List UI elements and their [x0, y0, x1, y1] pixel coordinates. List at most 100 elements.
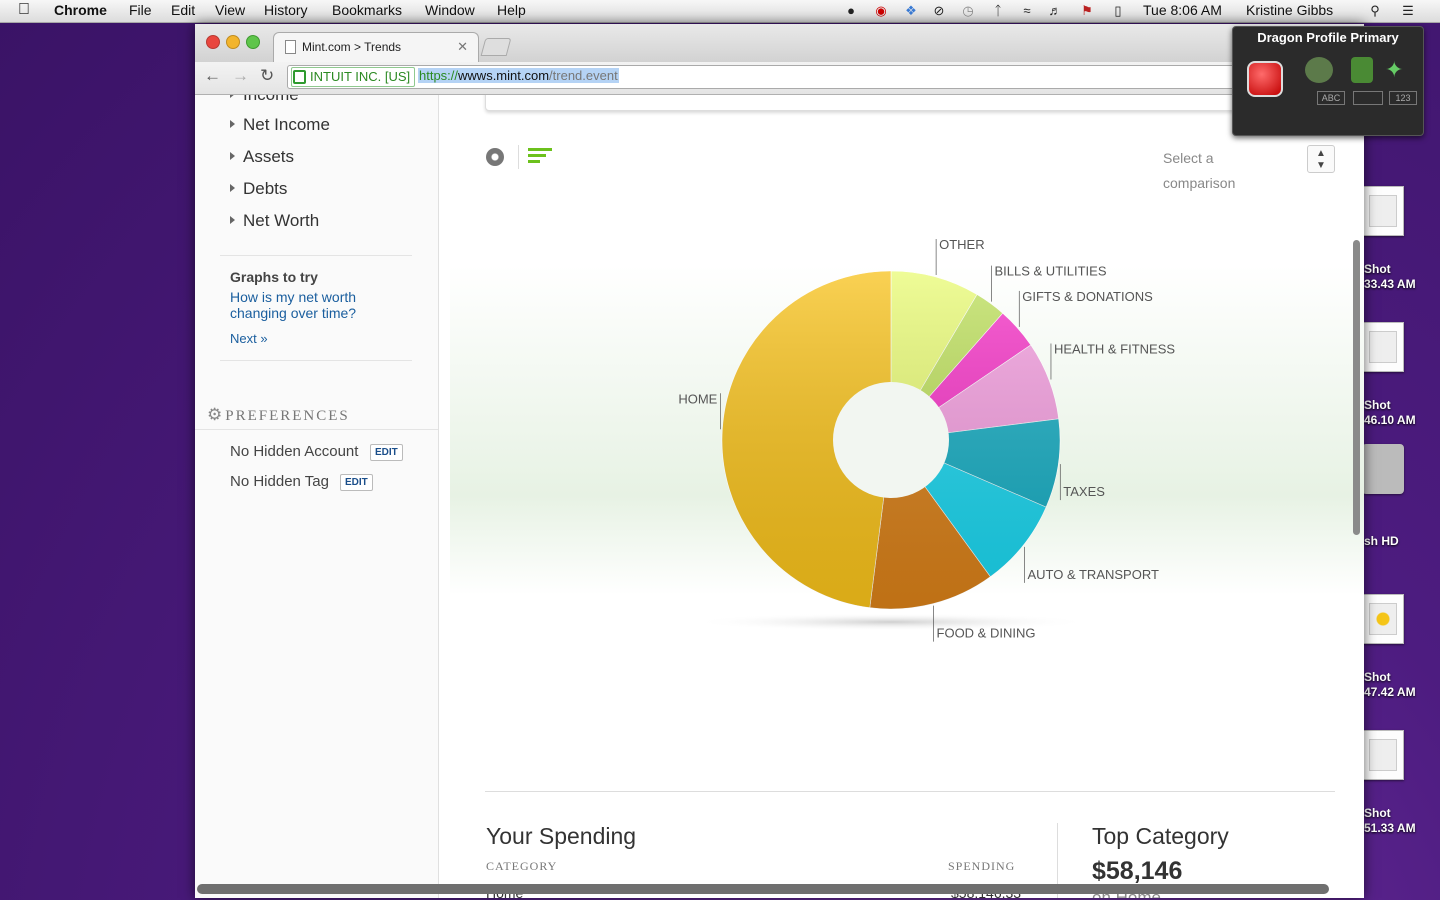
screenshot-file-icon[interactable]: [1362, 322, 1404, 372]
address-bar[interactable]: INTUIT INC. [US] https://wwws.mint.com/t…: [287, 65, 1349, 89]
menu-history[interactable]: History: [264, 2, 308, 18]
divider: [220, 360, 412, 361]
edit-hidden-tag-button[interactable]: EDIT: [340, 474, 373, 491]
do-not-disturb-icon[interactable]: ⊘: [931, 3, 947, 19]
sidebar-item-assets[interactable]: Assets: [230, 147, 294, 167]
spending-column-header[interactable]: SPENDING: [948, 859, 1015, 874]
comparison-select[interactable]: ▲ ▼: [1307, 145, 1335, 173]
screenshot-file-icon[interactable]: [1362, 594, 1404, 644]
desktop-file-label[interactable]: Shot 46.10 AM: [1364, 398, 1416, 428]
dictation-icon[interactable]: [1351, 57, 1373, 83]
menu-edit[interactable]: Edit: [171, 2, 195, 18]
tools-icon[interactable]: ✦: [1385, 57, 1411, 83]
dragon-profile-title: Dragon Profile Primary: [1257, 30, 1399, 45]
battery-icon[interactable]: ▯: [1110, 3, 1126, 19]
caret-right-icon: [230, 152, 235, 160]
numbers-mode-button[interactable]: 123: [1389, 91, 1417, 105]
back-arrow-icon[interactable]: ←: [204, 66, 221, 86]
apple-icon[interactable]: : [18, 1, 30, 19]
notification-list-icon[interactable]: ☰: [1400, 3, 1416, 19]
top-category-value: $58,146: [1092, 857, 1183, 885]
bluetooth-icon[interactable]: ᛏ: [990, 3, 1006, 19]
dragon-profile-panel[interactable]: Dragon Profile Primary ✦ ABC 123: [1232, 26, 1424, 136]
chevron-up-icon: ▲: [1316, 148, 1326, 159]
tab-title: Mint.com > Trends: [302, 40, 402, 54]
slice-label[interactable]: BILLS & UTILITIES: [995, 264, 1107, 279]
spending-chart: OTHER BILLS & UTILITIES GIFTS & DONATIONS H…: [450, 225, 1364, 645]
sidebar-item-net-worth[interactable]: Net Worth: [230, 211, 319, 231]
top-category-heading: Top Category: [1092, 823, 1229, 849]
your-spending-heading: Your Spending: [486, 823, 637, 849]
category-column-header[interactable]: CATEGORY: [486, 859, 557, 874]
desktop-file-label[interactable]: Shot 33.43 AM: [1364, 262, 1416, 292]
next-suggestion-link[interactable]: Next »: [230, 331, 268, 346]
slice-label[interactable]: GIFTS & DONATIONS: [1022, 289, 1153, 304]
time-machine-icon[interactable]: ◷: [960, 3, 976, 19]
browser-toolbar: ← → ↻ INTUIT INC. [US] https://wwws.mint…: [195, 62, 1364, 95]
menu-file[interactable]: File: [129, 2, 152, 18]
menu-window[interactable]: Window: [425, 2, 475, 18]
tab-close-icon[interactable]: ✕: [457, 39, 468, 55]
hard-drive-icon[interactable]: [1362, 444, 1404, 494]
chevron-down-icon: ▼: [1316, 160, 1326, 171]
menu-help[interactable]: Help: [497, 2, 526, 18]
edit-hidden-account-button[interactable]: EDIT: [370, 444, 403, 461]
microphone-stop-icon[interactable]: [1247, 61, 1283, 97]
filter-card: [485, 95, 1247, 111]
record-icon[interactable]: ◉: [873, 3, 889, 19]
desktop-file-label[interactable]: Shot 47.42 AM: [1364, 670, 1416, 700]
dropbox-icon[interactable]: ❖: [903, 3, 919, 19]
slice-label[interactable]: HOME: [678, 391, 717, 406]
graph-suggestion-link[interactable]: How is my net worth changing over time?: [230, 289, 390, 321]
clock[interactable]: Tue 8:06 AM: [1143, 2, 1222, 18]
donut-hole: [833, 382, 949, 498]
menu-bookmarks[interactable]: Bookmarks: [332, 2, 402, 18]
pie-view-toggle-icon[interactable]: [486, 148, 504, 166]
close-window-button[interactable]: [206, 35, 220, 49]
zoom-window-button[interactable]: [246, 35, 260, 49]
forward-arrow-icon[interactable]: →: [232, 66, 249, 86]
minimize-window-button[interactable]: [226, 35, 240, 49]
url-text[interactable]: https://wwws.mint.com/trend.event: [418, 68, 619, 83]
divider: [220, 255, 412, 256]
screenshot-file-icon[interactable]: [1362, 730, 1404, 780]
volume-icon[interactable]: ♬: [1047, 3, 1063, 19]
sidebar: Income Net Income Assets Debts Net Worth…: [195, 95, 439, 898]
horizontal-scrollbar[interactable]: [197, 884, 1329, 894]
comparison-label: Select a comparison: [1163, 150, 1236, 191]
slice-label[interactable]: AUTO & TRANSPORT: [1027, 567, 1159, 582]
user-name[interactable]: Kristine Gibbs: [1246, 2, 1333, 18]
slice-label[interactable]: HEALTH & FITNESS: [1054, 342, 1175, 357]
desktop-drive-label[interactable]: sh HD: [1364, 534, 1399, 549]
menu-view[interactable]: View: [215, 2, 245, 18]
wifi-icon[interactable]: ≈: [1019, 3, 1035, 19]
sidebar-item-income[interactable]: Income: [230, 95, 299, 105]
page-content: Income Net Income Assets Debts Net Worth…: [195, 95, 1364, 898]
hidden-tag-pref: No Hidden Tag: [230, 473, 329, 490]
preferences-heading: ⚙ PREFERENCES: [207, 405, 350, 424]
sidebar-item-net-income[interactable]: Net Income: [230, 115, 330, 135]
new-tab-button[interactable]: [480, 38, 512, 56]
sidebar-item-debts[interactable]: Debts: [230, 179, 287, 199]
vertical-scrollbar[interactable]: [1353, 240, 1360, 535]
spelling-bubble-icon[interactable]: [1305, 57, 1333, 83]
browser-titlebar: Mint.com > Trends ✕: [195, 24, 1364, 63]
browser-tab[interactable]: Mint.com > Trends ✕: [273, 32, 479, 63]
reload-icon[interactable]: ↻: [260, 66, 274, 86]
menu-app-name[interactable]: Chrome: [54, 2, 107, 18]
bar-view-toggle-icon[interactable]: [528, 148, 552, 166]
slice-label[interactable]: OTHER: [939, 237, 985, 252]
flag-icon[interactable]: ⚑: [1079, 3, 1095, 19]
spotlight-search-icon[interactable]: ⚲: [1367, 3, 1383, 19]
divider: [485, 791, 1335, 792]
abc-mode-button[interactable]: ABC: [1317, 91, 1345, 105]
desktop-file-label[interactable]: Shot 51.33 AM: [1364, 806, 1416, 836]
slice-label[interactable]: TAXES: [1063, 484, 1105, 499]
slice-label[interactable]: FOOD & DINING: [937, 626, 1036, 641]
dragon-status-icon[interactable]: ●: [843, 3, 859, 19]
chart-canvas: OTHER BILLS & UTILITIES GIFTS & DONATIONS H…: [450, 237, 1364, 642]
gear-icon: ⚙: [207, 405, 223, 424]
lock-icon: [293, 70, 306, 84]
screenshot-file-icon[interactable]: [1362, 186, 1404, 236]
spell-mode-button[interactable]: [1353, 91, 1383, 105]
